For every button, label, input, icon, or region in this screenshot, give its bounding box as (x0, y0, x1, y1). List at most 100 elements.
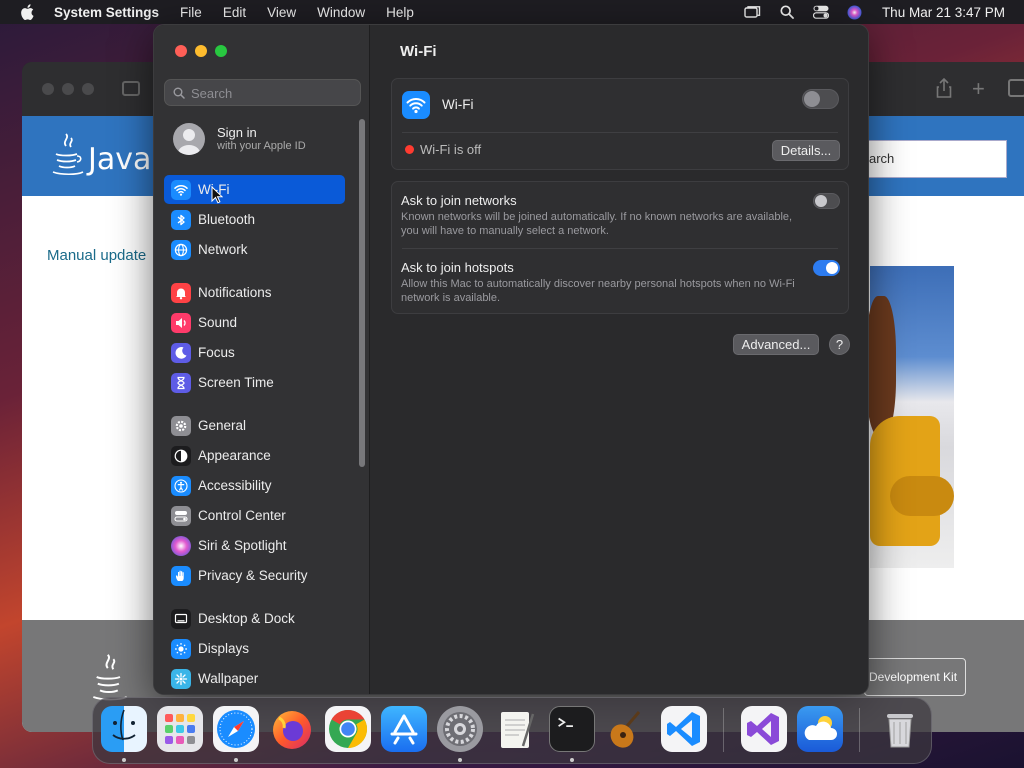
join-options-card: Ask to join networks Known networks will… (391, 181, 849, 314)
sidebar-item-wifi[interactable]: Wi-Fi (164, 175, 345, 204)
sidebar-item-label: Screen Time (198, 375, 274, 390)
sidebar-item-label: Privacy & Security (198, 568, 308, 583)
firefox-icon (273, 711, 311, 749)
tab-overview-icon[interactable] (1008, 79, 1024, 97)
sidebar-item-label: Control Center (198, 508, 286, 523)
sidebar-item-control-center[interactable]: Control Center (164, 501, 345, 530)
dock-launchpad[interactable] (157, 706, 203, 752)
desktop-icon (171, 609, 191, 629)
java-cup-icon (52, 133, 84, 176)
app-menu[interactable]: System Settings (54, 5, 159, 20)
moon-icon (171, 343, 191, 363)
sidebar-item-screen-time[interactable]: Screen Time (164, 368, 345, 397)
control-center-icon[interactable] (812, 4, 830, 20)
sidebar-item-focus[interactable]: Focus (164, 338, 345, 367)
apple-logo-icon[interactable] (20, 4, 34, 20)
apple-id-sign-in[interactable]: Sign in with your Apple ID (173, 123, 353, 157)
dock-textedit[interactable] (493, 706, 539, 752)
help-button[interactable]: ? (829, 334, 850, 355)
sidebar-scrollbar[interactable] (359, 119, 365, 467)
status-indicator (405, 145, 414, 154)
zoom-button[interactable] (215, 45, 227, 57)
manual-update-link[interactable]: Manual update (47, 247, 146, 264)
menu-help[interactable]: Help (386, 5, 414, 20)
spotlight-search-icon[interactable] (778, 4, 796, 20)
sidebar-item-sound[interactable]: Sound (164, 308, 345, 337)
menu-view[interactable]: View (267, 5, 296, 20)
wifi-toggle[interactable] (802, 89, 839, 109)
ask-hotspots-title: Ask to join hotspots (401, 260, 514, 275)
sidebar-item-displays[interactable]: Displays (164, 634, 345, 663)
dock-safari[interactable] (213, 706, 259, 752)
java-logo[interactable]: Java (50, 130, 151, 178)
dock-terminal[interactable] (549, 706, 595, 752)
sidebar-item-accessibility[interactable]: Accessibility (164, 471, 345, 500)
bluetooth-icon (171, 210, 191, 230)
cloud-sun-icon (804, 716, 837, 740)
sidebar-item-label: Bluetooth (198, 212, 256, 227)
menu-edit[interactable]: Edit (223, 5, 246, 20)
menubar-clock[interactable]: Thu Mar 21 3:47 PM (882, 5, 1005, 20)
sidebar-item-wallpaper[interactable]: Wallpaper (164, 664, 345, 693)
sidebar-item-desktop-dock[interactable]: Desktop & Dock (164, 604, 345, 633)
browser-minimize-button[interactable] (62, 83, 74, 95)
launchpad-icon (165, 714, 195, 744)
ask-networks-toggle[interactable] (813, 193, 840, 209)
browser-close-button[interactable] (42, 83, 54, 95)
ask-hotspots-toggle[interactable] (813, 260, 840, 276)
sidebar-item-appearance[interactable]: Appearance (164, 441, 345, 470)
dock-visual-studio[interactable] (741, 706, 787, 752)
menu-window[interactable]: Window (317, 5, 365, 20)
mouse-cursor-icon (211, 186, 223, 204)
page-title: Wi-Fi (400, 43, 437, 60)
dock-firefox[interactable] (269, 706, 315, 752)
globe-icon (171, 240, 191, 260)
wifi-row-label: Wi-Fi (442, 97, 474, 112)
new-tab-icon[interactable]: + (972, 76, 985, 102)
sidebar-item-siri-spotlight[interactable]: Siri & Spotlight (164, 531, 345, 560)
sidebar-item-notifications[interactable]: Notifications (164, 278, 345, 307)
textedit-icon (501, 712, 535, 748)
sidebar-item-general[interactable]: General (164, 411, 345, 440)
sidebar-item-label: Appearance (198, 448, 271, 463)
hand-icon (171, 566, 191, 586)
java-search-field[interactable]: arch (862, 140, 1007, 178)
sidebar-item-privacy-security[interactable]: Privacy & Security (164, 561, 345, 590)
dock-system-settings[interactable] (437, 706, 483, 752)
wifi-icon (171, 180, 191, 200)
sidebar-item-bluetooth[interactable]: Bluetooth (164, 205, 345, 234)
appearance-icon (171, 446, 191, 466)
dock (92, 697, 932, 764)
wallpaper-icon (171, 669, 191, 689)
search-icon (173, 87, 185, 99)
browser-maximize-button[interactable] (82, 83, 94, 95)
wifi-status-text: Wi-Fi is off (420, 142, 482, 157)
minimize-button[interactable] (195, 45, 207, 57)
advanced-button[interactable]: Advanced... (733, 334, 819, 355)
control-center-icon (171, 506, 191, 526)
wifi-pane: Wi-Fi Wi-Fi Wi-Fi is off Details... Ask … (370, 25, 868, 694)
dock-finder[interactable] (101, 706, 147, 752)
menu-file[interactable]: File (180, 5, 202, 20)
siri-icon[interactable] (846, 4, 864, 20)
sidebar-search[interactable] (164, 79, 361, 106)
sun-icon (171, 639, 191, 659)
development-kit-button[interactable]: Development Kit (864, 658, 966, 696)
screen-mirroring-icon[interactable] (744, 4, 762, 20)
sidebar-item-network[interactable]: Network (164, 235, 345, 264)
details-button[interactable]: Details... (772, 140, 840, 161)
finder-icon (112, 709, 136, 741)
dock-garageband[interactable] (605, 706, 651, 752)
sidebar-toggle-icon[interactable] (122, 81, 140, 96)
share-icon[interactable] (936, 78, 952, 98)
dock-app-store[interactable] (381, 706, 427, 752)
dock-vscode[interactable] (661, 706, 707, 752)
dock-chrome[interactable] (325, 706, 371, 752)
sidebar-item-label: Notifications (198, 285, 272, 300)
dock-weather[interactable] (797, 706, 843, 752)
app-store-icon (390, 714, 418, 745)
close-button[interactable] (175, 45, 187, 57)
dock-trash[interactable] (877, 706, 923, 752)
search-input[interactable] (191, 83, 356, 103)
sidebar-item-label: Displays (198, 641, 250, 656)
